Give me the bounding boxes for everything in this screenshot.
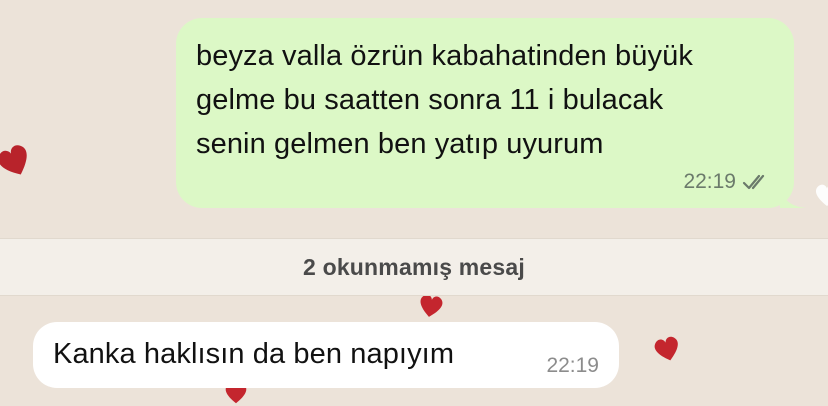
outgoing-message-meta: 22:19 <box>683 170 772 194</box>
outgoing-message-bubble[interactable]: beyza valla özrün kabahatinden büyük gel… <box>176 18 806 208</box>
outgoing-message-time: 22:19 <box>683 170 736 193</box>
incoming-message-text: Kanka haklısın da ben napıyım <box>53 338 455 370</box>
bubble-tail <box>780 184 806 208</box>
incoming-message-bubble[interactable]: Kanka haklısın da ben napıyım 22:19 <box>33 322 619 388</box>
unread-messages-label: 2 okunmamış mesaj <box>302 253 525 280</box>
incoming-message-meta: 22:19 <box>546 354 599 378</box>
unread-messages-divider: 2 okunmamış mesaj <box>0 238 828 296</box>
double-check-read-icon <box>742 173 772 191</box>
incoming-message-time: 22:19 <box>546 354 599 377</box>
outgoing-message-text: beyza valla özrün kabahatinden büyük gel… <box>196 40 693 160</box>
heart-icon <box>812 176 828 212</box>
